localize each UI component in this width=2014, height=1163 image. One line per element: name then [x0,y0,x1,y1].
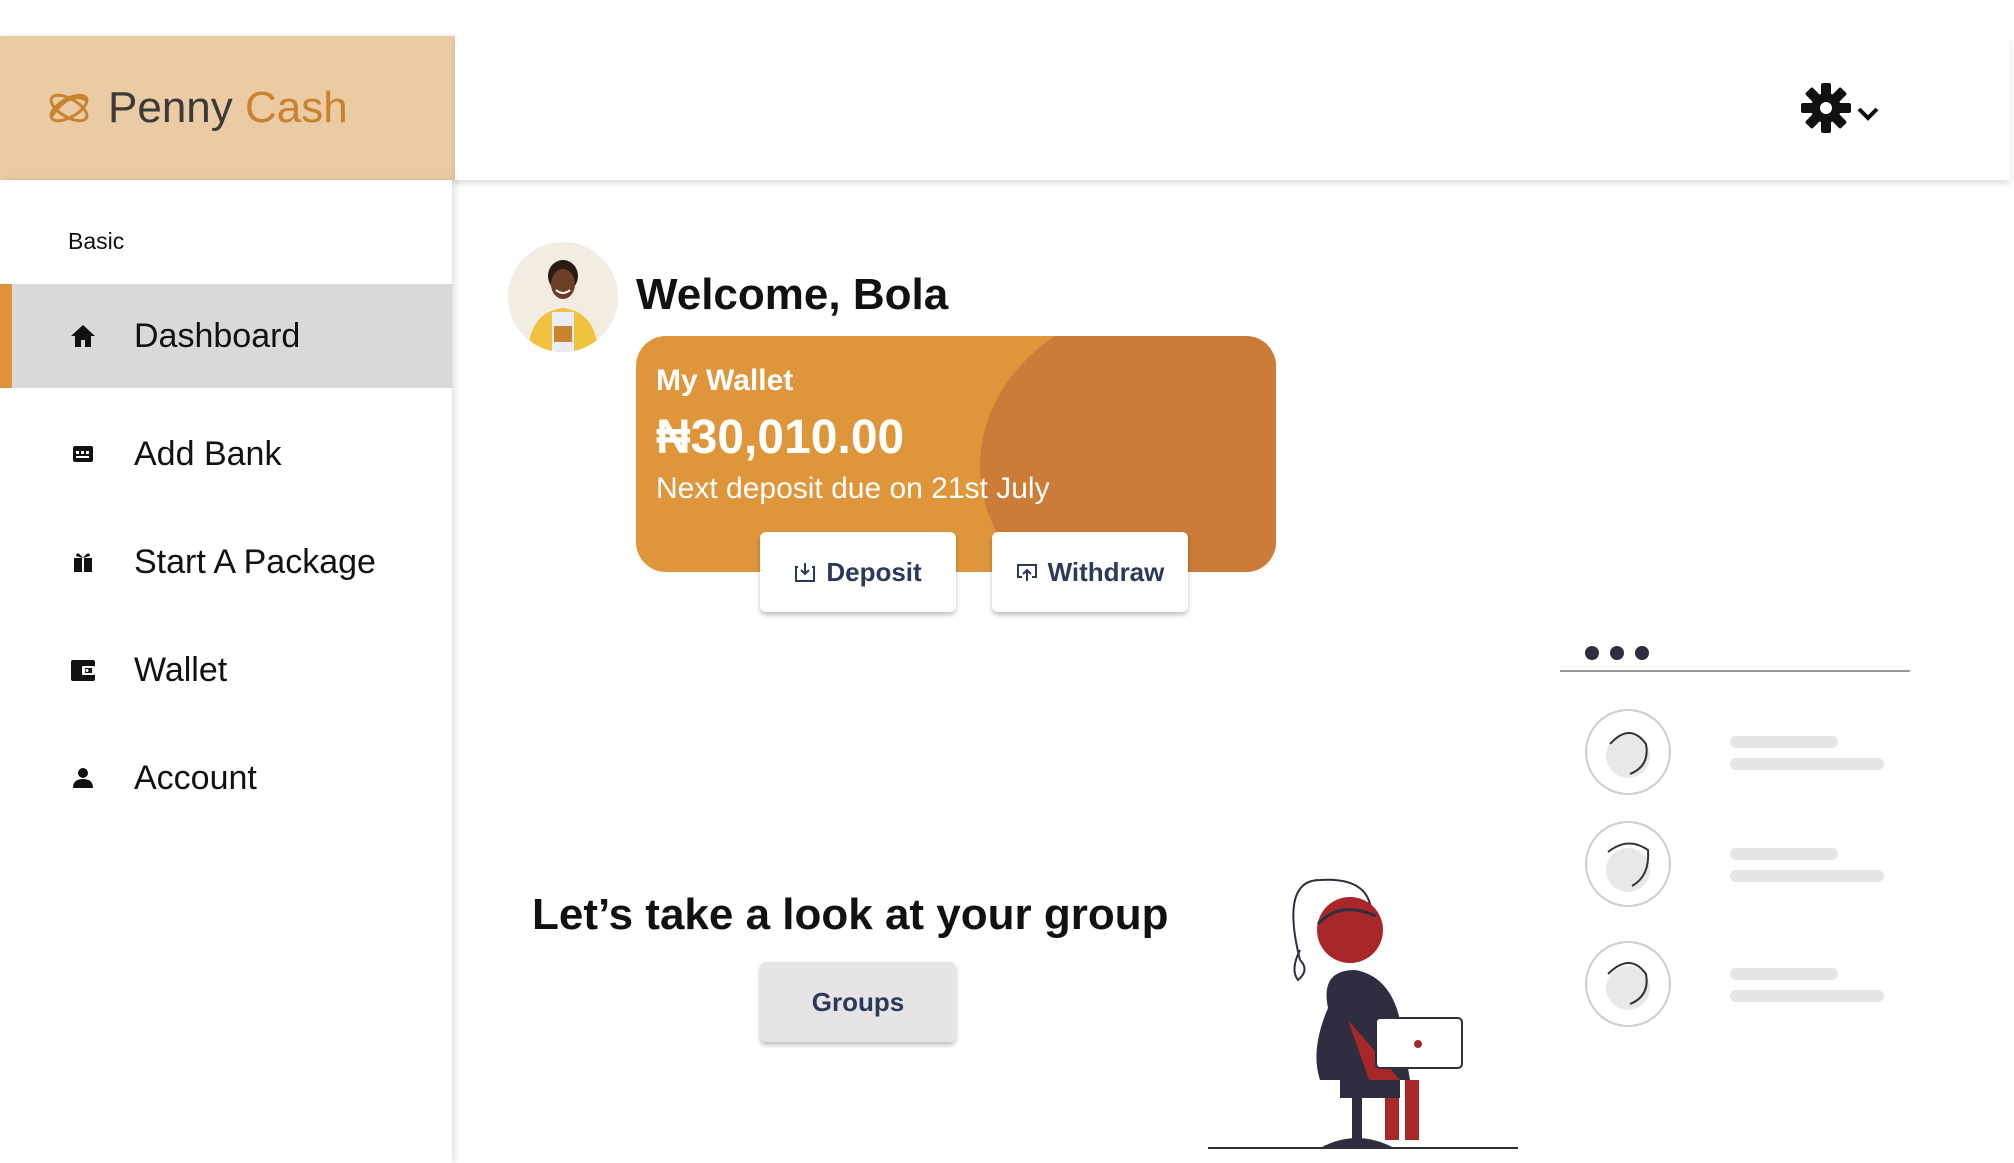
withdraw-icon [1016,564,1037,581]
sidebar-item-wallet[interactable]: Wallet [0,618,452,722]
swirl-logo-icon [49,93,89,123]
brand-header: Penny Cash [0,36,455,180]
member-avatar-1 [1585,709,1671,795]
group-illustration [1208,646,1910,1149]
deposit-icon [795,563,816,582]
groups-button-label: Groups [811,986,905,1017]
person-with-laptop [1208,878,1518,1149]
sidebar-item-dashboard[interactable]: Dashboard [0,284,452,388]
sidebar-item-start-a-package[interactable]: Start A Package [0,510,452,614]
sidebar-item-label: Account [134,758,257,797]
member-avatar-2 [1585,821,1671,907]
sidebar-item-label: Dashboard [134,316,301,355]
deposit-button[interactable]: Deposit [760,532,956,612]
sidebar-item-label: Start A Package [134,542,376,581]
avatar[interactable] [508,242,618,352]
brand-name-part1: Penny [108,83,233,132]
bank-card-icon [68,439,98,469]
deposit-label: Deposit [826,556,922,587]
sidebar-item-label: Add Bank [134,434,282,473]
top-bar [455,36,2010,180]
wallet-icon [68,655,98,685]
settings-menu-button[interactable] [1800,82,1890,138]
next-deposit-text: Next deposit due on 21st July [656,472,1050,505]
groups-button[interactable]: Groups [760,962,956,1042]
account-tier-label: Basic [68,228,125,254]
member-avatar-3 [1585,941,1671,1027]
sidebar-item-add-bank[interactable]: Add Bank [0,402,452,506]
withdraw-label: Withdraw [1047,556,1165,587]
brand-name[interactable]: Penny Cash [108,82,348,134]
wallet-balance: ₦30,010.00 [656,411,905,464]
user-photo [508,242,618,352]
home-icon [68,321,98,351]
groups-heading: Let’s take a look at your group [532,890,1169,939]
brand-name-part2: Cash [245,83,348,132]
sidebar-item-label: Wallet [134,650,228,689]
sidebar: Basic Dashboard Add Bank Start A Package… [0,180,452,1163]
person-icon [68,763,98,793]
gift-icon [68,547,98,577]
chevron-down-icon [1857,107,1879,121]
welcome-heading: Welcome, Bola [636,270,949,319]
sidebar-item-account[interactable]: Account [0,726,452,830]
withdraw-button[interactable]: Withdraw [992,532,1188,612]
wallet-title: My Wallet [656,364,794,397]
